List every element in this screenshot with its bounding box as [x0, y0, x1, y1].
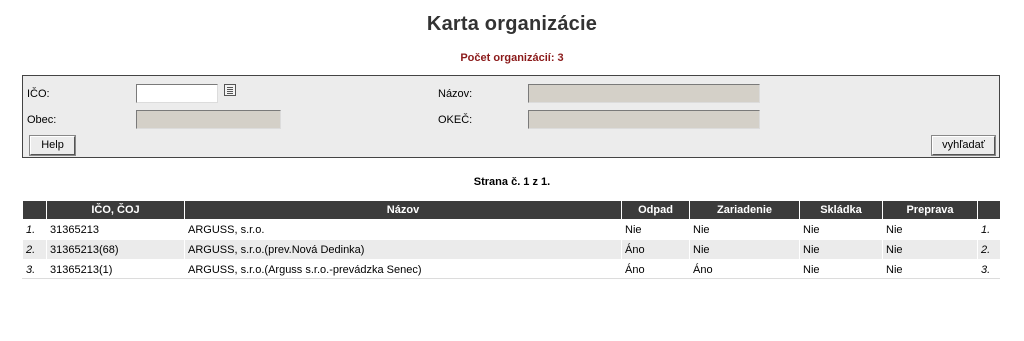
okec-label: OKEČ:	[438, 114, 473, 126]
row-nazov[interactable]: ARGUSS, s.r.o.(prev.Nová Dedinka)	[184, 239, 622, 260]
organization-count: Počet organizácií: 3	[460, 52, 564, 64]
table-row[interactable]: 2. 31365213(68) ARGUSS, s.r.o.(prev.Nová…	[22, 239, 1001, 260]
column-header-index	[22, 201, 47, 220]
pagination-info: Strana č. 1 z 1.	[473, 176, 551, 188]
column-header-index-end	[977, 201, 1001, 220]
row-preprava: Nie	[882, 219, 978, 240]
column-header-zariadenie[interactable]: Zariadenie	[689, 201, 800, 220]
table-bottom-divider	[22, 278, 1000, 279]
help-button[interactable]: Help	[29, 135, 76, 156]
table-row[interactable]: 1. 31365213 ARGUSS, s.r.o. Nie Nie Nie N…	[22, 219, 1001, 240]
column-header-ico[interactable]: IČO, ČOJ	[46, 201, 185, 220]
table-header-row: IČO, ČOJ Názov Odpad Zariadenie Skládka …	[22, 201, 1001, 220]
search-button[interactable]: vyhľadať	[931, 135, 996, 156]
row-odpad: Áno	[621, 239, 690, 260]
column-header-skladka[interactable]: Skládka	[799, 201, 883, 220]
row-index-end: 2.	[977, 239, 1001, 260]
obec-input[interactable]	[136, 110, 281, 129]
row-skladka: Nie	[799, 259, 883, 280]
nazov-label: Názov:	[438, 88, 473, 100]
row-index: 2.	[22, 239, 47, 260]
row-index-end: 3.	[977, 259, 1001, 280]
column-header-odpad[interactable]: Odpad	[621, 201, 690, 220]
row-index: 1.	[22, 219, 47, 240]
row-preprava: Nie	[882, 239, 978, 260]
row-zariadenie: Áno	[689, 259, 800, 280]
row-zariadenie: Nie	[689, 219, 800, 240]
page-title: Karta organizácie	[426, 13, 598, 35]
row-preprava: Nie	[882, 259, 978, 280]
row-zariadenie: Nie	[689, 239, 800, 260]
table-row[interactable]: 3. 31365213(1) ARGUSS, s.r.o.(Arguss s.r…	[22, 259, 1001, 280]
ico-label: IČO:	[27, 88, 50, 100]
nazov-input[interactable]	[528, 84, 760, 103]
list-picker-icon[interactable]	[224, 84, 236, 96]
row-nazov[interactable]: ARGUSS, s.r.o.	[184, 219, 622, 240]
row-odpad: Nie	[621, 219, 690, 240]
row-odpad: Áno	[621, 259, 690, 280]
row-nazov[interactable]: ARGUSS, s.r.o.(Arguss s.r.o.-prevádzka S…	[184, 259, 622, 280]
filter-panel: IČO: Názov: Obec: OKEČ: Help vyhľadať	[22, 75, 1000, 158]
row-skladka: Nie	[799, 219, 883, 240]
column-header-nazov[interactable]: Názov	[184, 201, 622, 220]
row-ico: 31365213(68)	[46, 239, 185, 260]
okec-input[interactable]	[528, 110, 760, 129]
row-skladka: Nie	[799, 239, 883, 260]
row-ico: 31365213	[46, 219, 185, 240]
row-index-end: 1.	[977, 219, 1001, 240]
row-ico: 31365213(1)	[46, 259, 185, 280]
obec-label: Obec:	[27, 114, 57, 126]
column-header-preprava[interactable]: Preprava	[882, 201, 978, 220]
ico-input[interactable]	[136, 84, 218, 103]
row-index: 3.	[22, 259, 47, 280]
organizations-table: IČO, ČOJ Názov Odpad Zariadenie Skládka …	[22, 201, 1001, 280]
